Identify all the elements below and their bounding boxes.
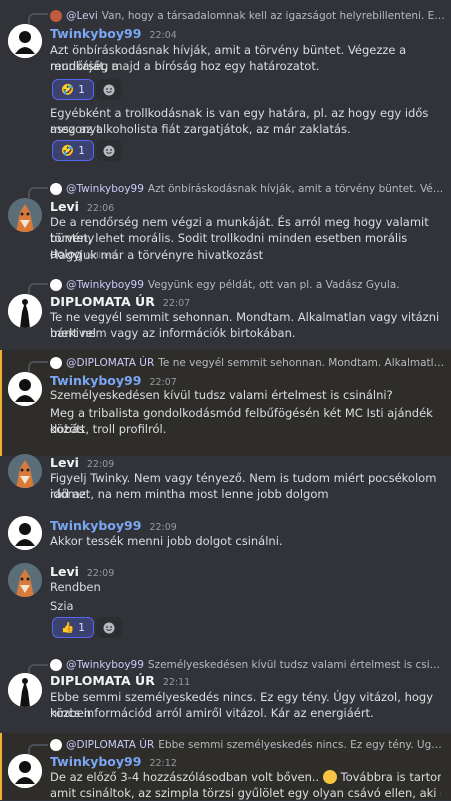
reply-mention[interactable]: @Twinkyboy99 [66, 279, 144, 291]
message-text: időmet, na nem mintha most lenne jobb do… [50, 487, 329, 501]
message-header: Levi 22:09 [50, 455, 114, 470]
reply-text: Személyeskedésen kívül tudsz valami érte… [147, 659, 445, 671]
laugh-emoji-icon: 🤣 [61, 145, 75, 157]
message-text: Szia [50, 599, 74, 613]
message-header: Twinkyboy99 22:07 [50, 373, 177, 388]
add-reaction-button[interactable] [96, 140, 122, 161]
reply-connector [28, 187, 48, 198]
reply-mention[interactable]: @DIPLOMATA ÚR [66, 357, 154, 369]
add-reaction-button[interactable] [96, 617, 122, 638]
reply-text: Van, hogy a társadalomnak kell az igazsá… [101, 10, 445, 22]
avatar[interactable] [8, 454, 42, 488]
avatar[interactable] [8, 754, 42, 788]
reply-preview[interactable]: @DIPLOMATA ÚR Te ne vegyél semmit sehonn… [50, 355, 445, 371]
reaction-count: 1 [78, 621, 85, 634]
message-text: mert nem vagy az információk birtokában. [50, 326, 296, 340]
avatar[interactable] [8, 294, 42, 328]
reply-avatar [50, 357, 62, 369]
author-name[interactable]: DIPLOMATA ÚR [50, 673, 155, 688]
add-reaction-button[interactable] [96, 79, 122, 100]
reply-connector [28, 283, 48, 294]
message-text: Továbbra is tartom, hogy [340, 770, 442, 784]
reply-preview[interactable]: @Twinkyboy99 Vegyünk egy példát, ott van… [50, 277, 445, 293]
reply-preview[interactable]: @Twinkyboy99 Személyeskedésen kívül tuds… [50, 657, 445, 673]
reply-connector [28, 744, 48, 755]
avatar[interactable] [8, 198, 42, 232]
message-text-with-emoji: De az előző 3-4 hozzászólásodban volt bő… [50, 769, 441, 785]
reply-avatar [50, 183, 62, 195]
reply-preview[interactable]: @Levi Van, hogy a társadalomnak kell az … [50, 8, 445, 24]
timestamp: 22:06 [86, 203, 115, 214]
author-name[interactable]: Twinkyboy99 [50, 26, 141, 41]
message-text: meg az alkoholista fiát zargatjátok, az … [50, 122, 351, 136]
message-text: amit csináltok, az szimpla törzsi gyűlöl… [50, 786, 441, 800]
message-text: munkáját, majd a bíróság hoz egy határoz… [50, 59, 320, 73]
message-text: Személyeskedésen kívül tudsz valami érte… [50, 388, 393, 402]
timestamp: 22:11 [162, 677, 191, 688]
thumbs-up-emoji-icon: 👍 [61, 622, 75, 634]
reply-preview[interactable]: @DIPLOMATA ÚR Ebbe semmi személyeskedés … [50, 737, 445, 753]
author-name[interactable]: Twinkyboy99 [50, 373, 141, 388]
message-header: DIPLOMATA ÚR 22:11 [50, 673, 190, 688]
timestamp: 22:09 [149, 522, 177, 533]
author-name[interactable]: Levi [50, 455, 79, 470]
reply-mention[interactable]: @Levi [66, 10, 98, 22]
mention-highlight-bar [0, 350, 2, 456]
reply-connector [28, 361, 48, 372]
reaction-count: 1 [78, 83, 85, 96]
reply-avatar [50, 739, 62, 751]
reply-mention[interactable]: @Twinkyboy99 [66, 659, 144, 671]
reply-text: Azt önbíráskodásnak hívják, amit a törvé… [147, 183, 445, 195]
author-name[interactable]: Twinkyboy99 [50, 518, 141, 533]
smiley-icon [103, 84, 115, 95]
reply-preview[interactable]: @Twinkyboy99 Azt önbíráskodásnak hívják,… [50, 181, 445, 197]
reaction-laugh[interactable]: 🤣 1 [52, 79, 94, 100]
message-header: Levi 22:09 [50, 564, 114, 579]
smiley-icon [103, 145, 115, 156]
avatar[interactable] [8, 673, 42, 707]
message-text: között, troll profilról. [50, 422, 167, 436]
reply-avatar [50, 10, 62, 22]
reply-mention[interactable]: @DIPLOMATA ÚR [66, 739, 154, 751]
author-name[interactable]: Twinkyboy99 [50, 754, 141, 769]
reply-text: Te ne vegyél semmit sehonnan. Mondtam. A… [158, 357, 445, 369]
message-header: Levi 22:06 [50, 199, 114, 214]
reply-text: Ebbe semmi személyeskedés nincs. Ez egy … [158, 739, 445, 751]
laugh-emoji-icon: 🤣 [61, 84, 75, 96]
avatar[interactable] [8, 563, 42, 597]
reaction-thumbs-up[interactable]: 👍 1 [52, 617, 94, 638]
timestamp: 22:09 [86, 568, 115, 579]
reply-connector [28, 13, 48, 24]
reply-avatar [50, 279, 62, 291]
author-name[interactable]: Levi [50, 199, 79, 214]
reaction-laugh[interactable]: 🤣 1 [52, 140, 94, 161]
avatar[interactable] [8, 24, 42, 58]
avatar[interactable] [8, 372, 42, 406]
timestamp: 22:12 [149, 758, 177, 769]
timestamp: 22:07 [162, 298, 191, 309]
message-header: DIPLOMATA ÚR 22:07 [50, 294, 190, 309]
message-header: Twinkyboy99 22:12 [50, 754, 177, 769]
timestamp: 22:09 [86, 459, 115, 470]
reply-avatar [50, 659, 62, 671]
smile-emoji-icon [322, 770, 337, 784]
smiley-icon [103, 622, 115, 633]
message-text: Akkor tessék menni jobb dolgot csinálni. [50, 534, 283, 548]
message-text: Hagyjuk már a törvényre hivatkozást [50, 248, 264, 262]
message-header: Twinkyboy99 22:04 [50, 26, 177, 41]
author-name[interactable]: Levi [50, 564, 79, 579]
timestamp: 22:04 [149, 30, 177, 41]
mention-highlight-bar [0, 733, 2, 800]
message-text: Rendben [50, 580, 101, 594]
avatar[interactable] [8, 516, 42, 550]
author-name[interactable]: DIPLOMATA ÚR [50, 294, 155, 309]
reply-mention[interactable]: @Twinkyboy99 [66, 183, 144, 195]
message-text: De az előző 3-4 hozzászólásodban volt bő… [50, 770, 320, 784]
reaction-count: 1 [78, 144, 85, 157]
message-header: Twinkyboy99 22:09 [50, 518, 177, 533]
reply-text: Vegyünk egy példát, ott van pl. a Vadász… [147, 279, 400, 291]
message-text: nincs információd arról amiről vitázol. … [50, 706, 374, 720]
